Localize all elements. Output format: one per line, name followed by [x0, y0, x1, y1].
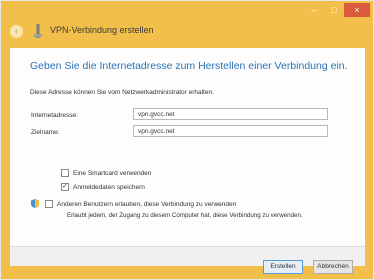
- smartcard-label: Eine Smartcard verwenden: [73, 169, 152, 177]
- page-heading: Geben Sie die Internetadresse zum Herste…: [30, 60, 348, 72]
- dialog-content: [10, 48, 365, 265]
- smartcard-checkbox[interactable]: [61, 169, 69, 177]
- allow-others-label: Anderen Benutzern erlauben, diese Verbin…: [57, 200, 237, 208]
- save-credentials-label: Anmeldedaten speichern: [73, 183, 145, 191]
- maximize-button[interactable]: □: [324, 3, 344, 17]
- vpn-icon: [34, 24, 42, 38]
- destination-name-label: Zielname:: [31, 129, 60, 136]
- cancel-button[interactable]: Abbrechen: [313, 260, 353, 274]
- shield-icon: [31, 199, 39, 208]
- allow-others-option[interactable]: Anderen Benutzern erlauben, diese Verbin…: [45, 200, 236, 208]
- nav-row: ‹ VPN-Verbindung erstellen: [1, 19, 373, 45]
- smartcard-option[interactable]: Eine Smartcard verwenden: [61, 169, 151, 177]
- vpn-dialog-window: – □ × ‹ VPN-Verbindung erstellen Geben S…: [1, 1, 373, 279]
- allow-others-checkbox[interactable]: [45, 200, 53, 208]
- allow-others-description: Erlaubt jedem, der Zugang zu diesem Comp…: [67, 212, 303, 219]
- internet-address-input[interactable]: vpn.gvcc.net: [133, 108, 328, 120]
- save-credentials-checkbox[interactable]: ✓: [61, 183, 69, 191]
- window-title: VPN-Verbindung erstellen: [50, 25, 154, 35]
- info-text: Diese Adresse können Sie vom Netzwerkadm…: [30, 89, 214, 96]
- destination-name-input[interactable]: vpn.gvcc.net: [133, 125, 328, 137]
- back-arrow-icon[interactable]: ‹: [10, 25, 23, 38]
- dialog-footer: [10, 246, 365, 266]
- save-credentials-option[interactable]: ✓ Anmeldedaten speichern: [61, 183, 145, 191]
- minimize-button[interactable]: –: [304, 3, 324, 17]
- close-button[interactable]: ×: [344, 3, 370, 17]
- internet-address-label: Internetadresse:: [31, 112, 78, 119]
- create-button[interactable]: Erstellen: [263, 260, 303, 274]
